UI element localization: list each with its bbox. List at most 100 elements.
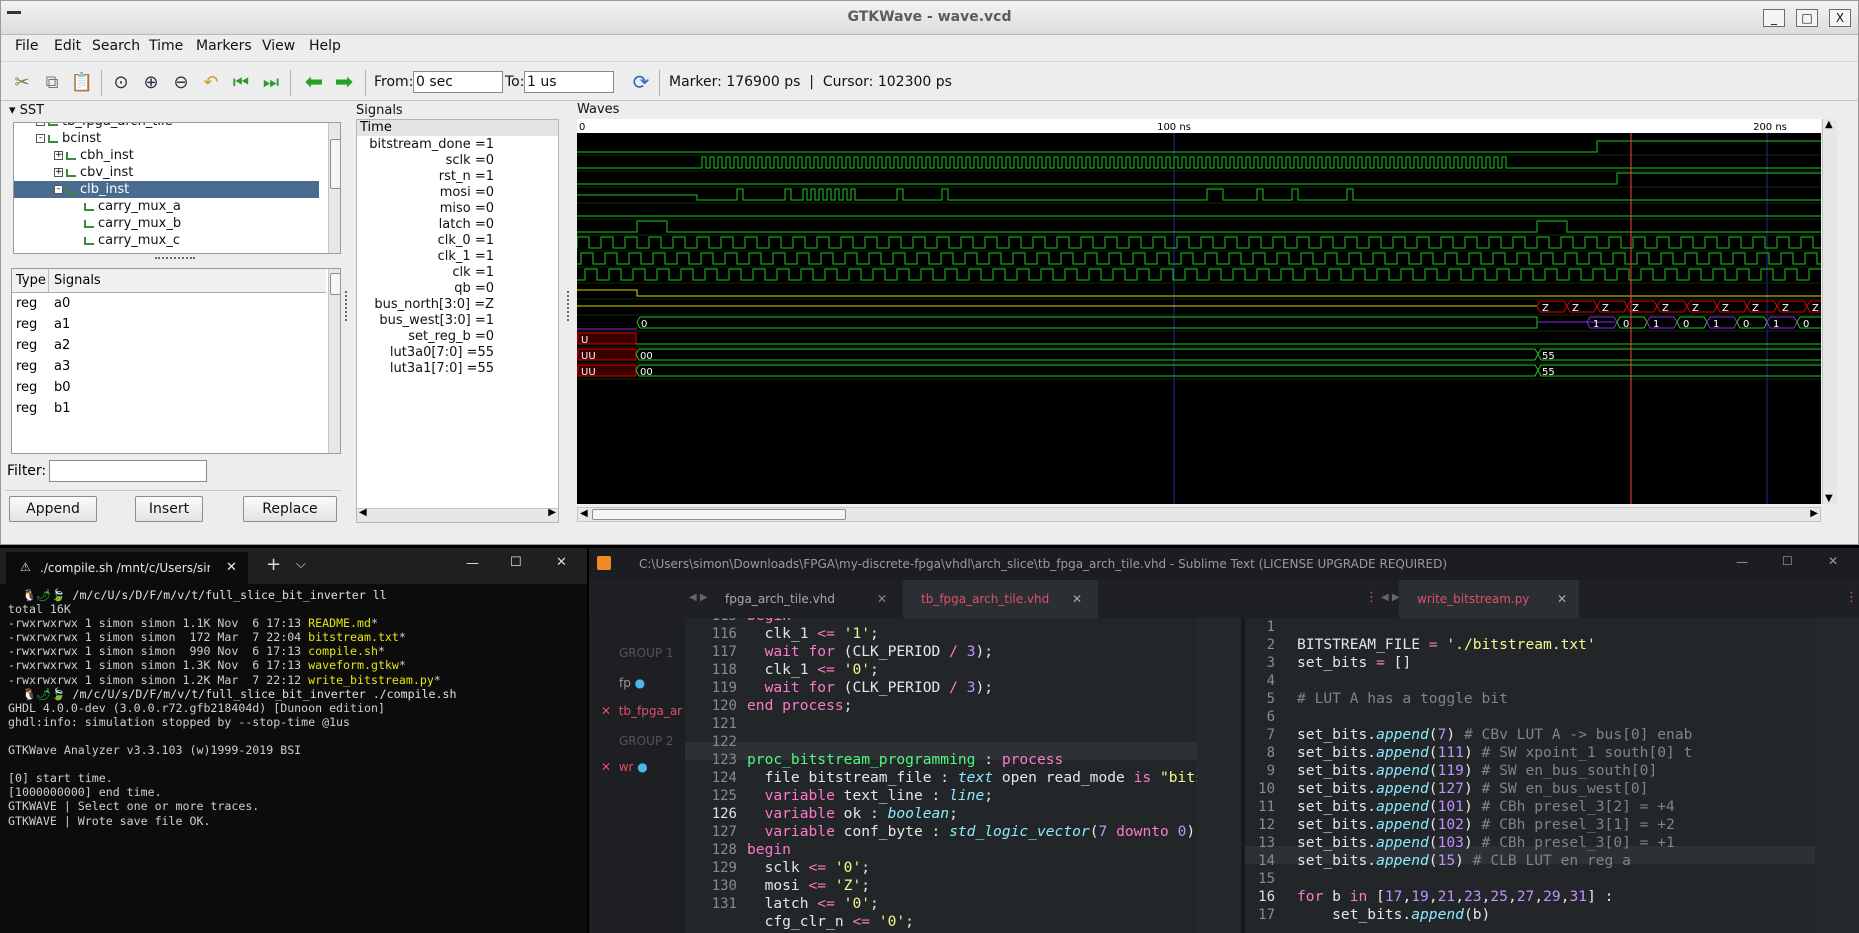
zoom-fit-icon[interactable]: ⊙	[109, 70, 133, 94]
signal-value-row[interactable]: clk =1	[357, 265, 558, 281]
expand-icon[interactable]: +	[54, 151, 63, 160]
vhdl-minimap[interactable]	[1197, 618, 1241, 933]
tab-tb-fpga-arch-tile[interactable]: tb_fpga_arch_tile.vhd ✕	[903, 580, 1098, 618]
signal-list-row[interactable]: reg a3	[12, 356, 326, 377]
pane-grip[interactable]	[155, 257, 195, 261]
terminal-tab[interactable]: ⚠ ./compile.sh /mnt/c/Users/sim ✕	[6, 552, 248, 584]
sst-tree-node[interactable]: carry_mux_c	[14, 232, 319, 249]
signal-value-row[interactable]: bitstream_done =1	[357, 137, 558, 153]
terminal-output[interactable]: 🐧🌶🍃 /m/c/U/s/D/F/m/v/t/full_slice_bit_in…	[8, 588, 583, 928]
signal-value-row[interactable]: mosi =0	[357, 185, 558, 201]
insert-button[interactable]: Insert	[135, 496, 203, 522]
filter-input[interactable]	[49, 460, 207, 482]
sst-tree-node[interactable]: + cbv_inst	[14, 164, 319, 181]
signal-value-row[interactable]: clk_1 =1	[357, 249, 558, 265]
to-input[interactable]: 1 us	[524, 71, 614, 93]
menu-edit[interactable]: Edit	[54, 38, 81, 54]
waves-vscroll[interactable]: ▲ ▼	[1822, 119, 1837, 504]
tab-fpga-arch-tile[interactable]: fpga_arch_tile.vhd ✕	[707, 580, 903, 618]
sst-tree-node[interactable]: - bcinst	[14, 130, 319, 147]
signal-value-row[interactable]: sclk =0	[357, 153, 558, 169]
undo-zoom-icon[interactable]: ↶	[199, 70, 223, 94]
waves-hscroll[interactable]: ◀ ▶	[577, 507, 1821, 522]
signal-value-row[interactable]: lut3a0[7:0] =55	[357, 345, 558, 361]
col-signals[interactable]: Signals	[54, 273, 101, 288]
sst-tree-node[interactable]: + cbh_inst	[14, 147, 319, 164]
menu-file[interactable]: File	[15, 38, 38, 54]
tab-write-bitstream[interactable]: write_bitstream.py ✕	[1399, 580, 1579, 618]
next-edge-icon[interactable]: ➡	[332, 70, 356, 95]
sublime-maximize-button[interactable]: ☐	[1782, 554, 1793, 568]
signal-list-row[interactable]: reg a2	[12, 335, 326, 356]
collapse-icon[interactable]: -	[54, 185, 63, 194]
cut-icon[interactable]: ✂	[10, 70, 34, 94]
terminal-close-button[interactable]: ✕	[556, 555, 567, 570]
expand-icon[interactable]: +	[54, 168, 63, 177]
signal-value-row[interactable]: lut3a1[7:0] =55	[357, 361, 558, 377]
sst-tree-node[interactable]: carry_mux_b	[14, 215, 319, 232]
tab-close-icon[interactable]: ✕	[1072, 580, 1082, 618]
sst-tree-node[interactable]: - clb_inst	[14, 181, 319, 198]
append-button[interactable]: Append	[9, 496, 97, 522]
python-minimap[interactable]	[1815, 618, 1859, 933]
collapse-icon[interactable]: -	[36, 123, 45, 126]
sidebar-file-tb[interactable]: ✕ tb_fpga_ar	[589, 704, 685, 718]
close-button[interactable]: X	[1829, 9, 1851, 27]
sublime-minimize-button[interactable]: —	[1736, 555, 1748, 569]
tab-close-icon[interactable]: ✕	[877, 580, 887, 618]
menu-search[interactable]: Search	[92, 38, 140, 54]
signal-value-row[interactable]: bus_west[3:0] =1	[357, 313, 558, 329]
tab-dropdown-icon[interactable]: ⌵	[296, 557, 306, 572]
collapse-icon[interactable]: -	[36, 134, 45, 143]
sst-tree-node[interactable]: carry_mux_a	[14, 198, 319, 215]
signal-list-row[interactable]: reg b0	[12, 377, 326, 398]
python-editor[interactable]: 1 2 3 4 5 6 7 8 9 10 11 12 13 14 15 16 17 BITSTREAM_FILE…	[1245, 618, 1859, 933]
signals-list-scrollbar[interactable]	[328, 269, 340, 453]
pane-grip-left[interactable]	[345, 291, 348, 321]
more-tabs-icon-right[interactable]: ⋮	[1845, 590, 1858, 605]
sidebar-file-fp[interactable]: fp ●	[589, 676, 685, 690]
replace-button[interactable]: Replace	[243, 496, 337, 522]
signal-value-row[interactable]: latch =0	[357, 217, 558, 233]
signal-list-row[interactable]: reg a0	[12, 293, 326, 314]
terminal-maximize-button[interactable]: ☐	[510, 555, 522, 570]
terminal-minimize-button[interactable]: —	[466, 556, 479, 571]
signal-value-row[interactable]: set_reg_b =0	[357, 329, 558, 345]
zoom-in-icon[interactable]: ⊕	[139, 70, 163, 94]
signal-value-row[interactable]: rst_n =1	[357, 169, 558, 185]
new-tab-button[interactable]: +	[266, 554, 281, 575]
sst-tree-node[interactable]: - tb_fpga_arch_tile	[14, 123, 319, 130]
menu-time[interactable]: Time	[149, 38, 183, 54]
signal-value-row[interactable]: bus_north[3:0] =Z	[357, 297, 558, 313]
menu-help[interactable]: Help	[309, 38, 341, 54]
zoom-start-icon[interactable]: ⏮	[229, 70, 253, 94]
pane-grip-right[interactable]	[567, 291, 570, 321]
waveform-viewer[interactable]: 0 100 ns 200 ns Z Z Z Z Z Z Z Z Z Z 0 1 0 1 0 1 0 1 0 U UU 00 55 U…	[577, 119, 1821, 504]
menu-markers[interactable]: Markers	[196, 38, 252, 54]
sidebar-file-wr[interactable]: ✕ wr ●	[589, 760, 685, 774]
sst-tree-scrollbar[interactable]	[328, 123, 340, 253]
paste-icon[interactable]: 📋	[70, 70, 94, 94]
from-input[interactable]: 0 sec	[413, 71, 503, 93]
copy-icon[interactable]: ⧉	[40, 70, 64, 94]
tab-nav-right-icon[interactable]: ◀ ▶	[1381, 592, 1400, 603]
col-type[interactable]: Type	[16, 273, 46, 288]
maximize-button[interactable]: □	[1796, 9, 1818, 27]
prev-edge-icon[interactable]: ⬅	[302, 70, 326, 95]
signal-value-row[interactable]: clk_0 =1	[357, 233, 558, 249]
minimize-button[interactable]: _	[1763, 9, 1785, 27]
more-tabs-icon[interactable]: ⋮	[1365, 590, 1378, 605]
sublime-close-button[interactable]: ✕	[1828, 554, 1838, 568]
signal-value-row[interactable]: miso =0	[357, 201, 558, 217]
signal-value-row[interactable]: qb =0	[357, 281, 558, 297]
tab-close-icon[interactable]: ✕	[1557, 580, 1567, 618]
zoom-out-icon[interactable]: ⊖	[169, 70, 193, 94]
waveform-canvas[interactable]: 0 100 ns 200 nsZ Z Z Z Z Z Z Z Z Z0 1 0 1 0 1 0 1 0UUU 00 55U…	[577, 119, 1821, 504]
reload-icon[interactable]: ⟳	[629, 70, 653, 94]
tab-close-icon[interactable]: ✕	[226, 560, 237, 575]
signal-list-row[interactable]: reg b1	[12, 398, 326, 419]
signal-list-row[interactable]: reg a1	[12, 314, 326, 335]
tab-nav-left-icon[interactable]: ◀ ▶	[689, 592, 708, 603]
menu-view[interactable]: View	[262, 38, 295, 54]
vhdl-editor[interactable]: 115116 117 118 119 120 121 122 123 124 125 126 127 1…	[685, 618, 1241, 933]
